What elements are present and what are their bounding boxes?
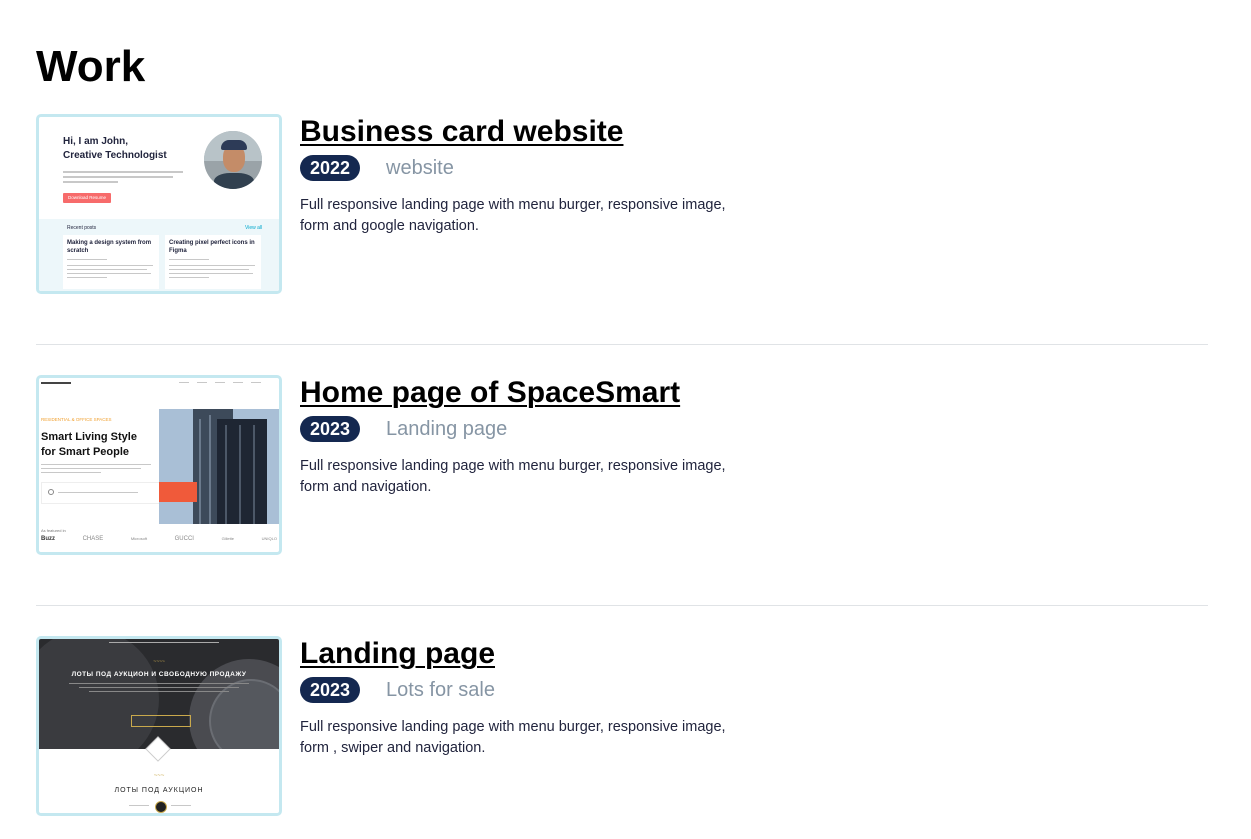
project-title-link[interactable]: Business card website [300,114,730,150]
work-item: Hi, I am John, Creative Technologist Dow… [36,114,1208,296]
divider [36,605,1208,606]
project-thumbnail[interactable]: Hi, I am John, Creative Technologist Dow… [36,114,282,294]
project-thumbnail[interactable]: ~~~~ ЛОТЫ ПОД АУКЦИОН И СВОБОДНУЮ ПРОДАЖ… [36,636,282,816]
project-title-link[interactable]: Landing page [300,636,730,672]
project-thumbnail[interactable]: RESIDENTIAL & OFFICE SPACES Smart Living… [36,375,282,555]
project-description: Full responsive landing page with menu b… [300,197,726,234]
divider [36,344,1208,345]
year-badge: 2022 [300,155,361,181]
project-title-link[interactable]: Home page of SpaceSmart [300,375,730,411]
year-badge: 2023 [300,416,361,442]
project-category: Landing page [386,417,508,440]
thumb-greeting: Hi, I am John, Creative Technologist [63,136,167,161]
project-description: Full responsive landing page with menu b… [300,719,726,756]
thumb-recent-posts: Recent posts View all Making a design sy… [39,219,279,291]
work-item: RESIDENTIAL & OFFICE SPACES Smart Living… [36,375,1208,557]
thumb-brand-logos: Buzz CHASE Microsoft GUCCI Gillette UNIQ… [41,536,277,542]
project-category: website [386,156,454,179]
page-title: Work [36,42,146,91]
year-badge: 2023 [300,677,361,703]
thumb-building-image [159,409,279,524]
avatar [204,131,262,189]
project-description: Full responsive landing page with menu b… [300,458,726,495]
project-category: Lots for sale [386,678,495,701]
thumb-dark-hero: ~~~~ ЛОТЫ ПОД АУКЦИОН И СВОБОДНУЮ ПРОДАЖ… [39,639,279,749]
thumb-headline: Smart Living Style for Smart People [41,431,137,458]
work-item: ~~~~ ЛОТЫ ПОД АУКЦИОН И СВОБОДНУЮ ПРОДАЖ… [36,636,1208,818]
thumb-download-resume-button: Download Resume [63,193,111,203]
